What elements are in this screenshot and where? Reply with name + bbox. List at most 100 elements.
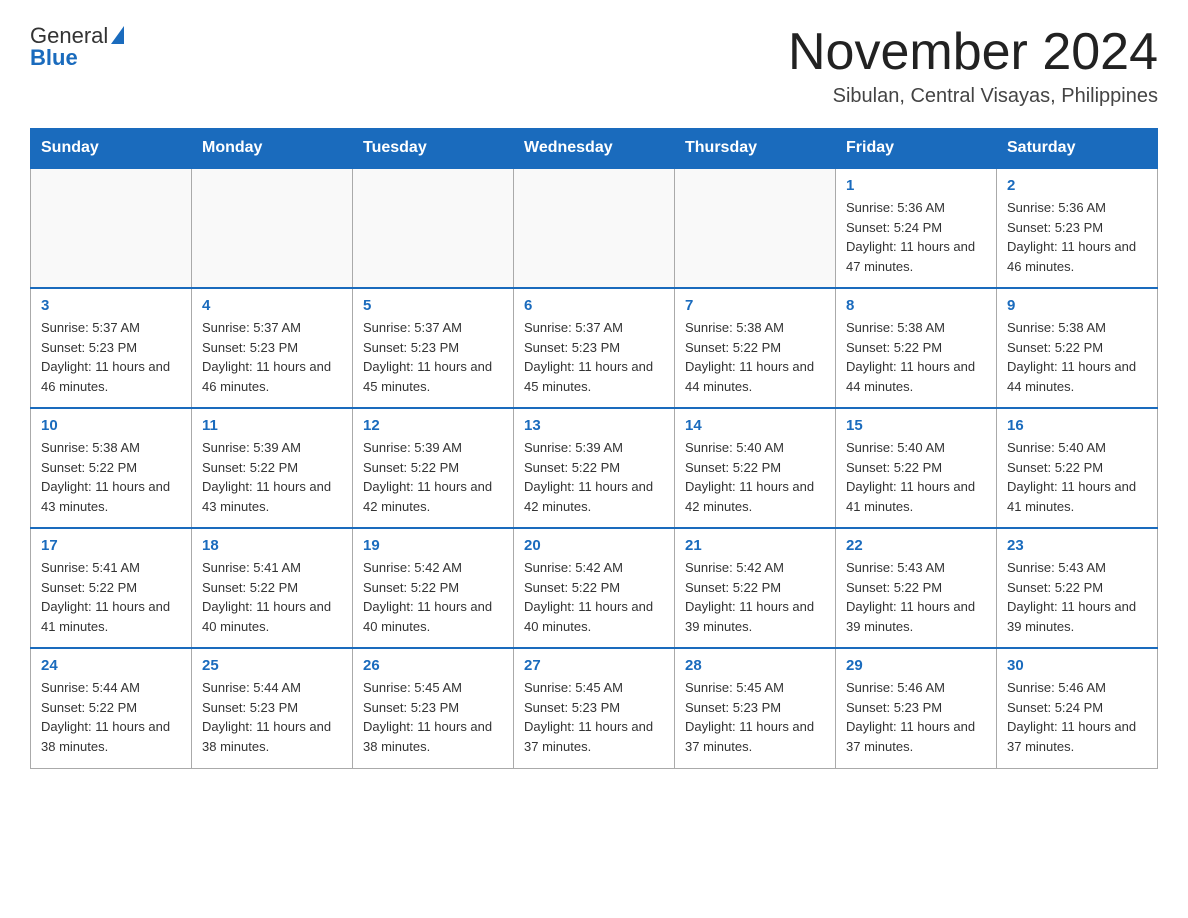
day-info: Sunrise: 5:38 AM Sunset: 5:22 PM Dayligh… bbox=[1007, 318, 1147, 396]
table-row: 15 Sunrise: 5:40 AM Sunset: 5:22 PM Dayli… bbox=[836, 408, 997, 528]
logo-blue-text: Blue bbox=[30, 45, 78, 70]
day-info: Sunrise: 5:37 AM Sunset: 5:23 PM Dayligh… bbox=[41, 318, 181, 396]
day-number: 10 bbox=[41, 417, 181, 434]
calendar-header-row: Sunday Monday Tuesday Wednesday Thursday… bbox=[31, 129, 1158, 169]
calendar-week-row: 17Sunrise: 5:41 AM Sunset: 5:22 PM Dayli… bbox=[31, 528, 1158, 648]
col-wednesday: Wednesday bbox=[514, 129, 675, 169]
table-row: 3 Sunrise: 5:37 AM Sunset: 5:23 PM Daylig… bbox=[31, 288, 192, 408]
table-row: 24 Sunrise: 5:44 AM Sunset: 5:22 PM Dayli… bbox=[31, 648, 192, 768]
table-row: 20Sunrise: 5:42 AM Sunset: 5:22 PM Dayli… bbox=[514, 528, 675, 648]
day-info: Sunrise: 5:38 AM Sunset: 5:22 PM Dayligh… bbox=[685, 318, 825, 396]
table-row bbox=[353, 168, 514, 288]
table-row: 30 Sunrise: 5:46 AM Sunset: 5:24 PM Dayli… bbox=[997, 648, 1158, 768]
day-number: 7 bbox=[685, 297, 825, 314]
day-info: Sunrise: 5:42 AM Sunset: 5:22 PM Dayligh… bbox=[363, 558, 503, 636]
table-row bbox=[514, 168, 675, 288]
table-row: 4 Sunrise: 5:37 AM Sunset: 5:23 PM Daylig… bbox=[192, 288, 353, 408]
day-number: 29 bbox=[846, 657, 986, 674]
calendar-week-row: 3 Sunrise: 5:37 AM Sunset: 5:23 PM Daylig… bbox=[31, 288, 1158, 408]
table-row bbox=[675, 168, 836, 288]
col-thursday: Thursday bbox=[675, 129, 836, 169]
table-row: 19 Sunrise: 5:42 AM Sunset: 5:22 PM Dayli… bbox=[353, 528, 514, 648]
day-number: 18 bbox=[202, 537, 342, 554]
day-info: Sunrise: 5:43 AM Sunset: 5:22 PM Dayligh… bbox=[846, 558, 986, 636]
table-row: 13Sunrise: 5:39 AM Sunset: 5:22 PM Dayli… bbox=[514, 408, 675, 528]
title-area: November 2024 Sibulan, Central Visayas, … bbox=[788, 24, 1158, 108]
header: General Blue November 2024 Sibulan, Cent… bbox=[30, 24, 1158, 108]
day-info: Sunrise: 5:40 AM Sunset: 5:22 PM Dayligh… bbox=[685, 438, 825, 516]
day-info: Sunrise: 5:37 AM Sunset: 5:23 PM Dayligh… bbox=[363, 318, 503, 396]
day-info: Sunrise: 5:41 AM Sunset: 5:22 PM Dayligh… bbox=[41, 558, 181, 636]
day-number: 23 bbox=[1007, 537, 1147, 554]
day-number: 5 bbox=[363, 297, 503, 314]
day-number: 3 bbox=[41, 297, 181, 314]
table-row: 11Sunrise: 5:39 AM Sunset: 5:22 PM Dayli… bbox=[192, 408, 353, 528]
day-info: Sunrise: 5:45 AM Sunset: 5:23 PM Dayligh… bbox=[363, 678, 503, 756]
day-number: 19 bbox=[363, 537, 503, 554]
day-info: Sunrise: 5:44 AM Sunset: 5:23 PM Dayligh… bbox=[202, 678, 342, 756]
day-info: Sunrise: 5:45 AM Sunset: 5:23 PM Dayligh… bbox=[685, 678, 825, 756]
table-row bbox=[192, 168, 353, 288]
day-info: Sunrise: 5:37 AM Sunset: 5:23 PM Dayligh… bbox=[202, 318, 342, 396]
day-number: 20 bbox=[524, 537, 664, 554]
table-row: 7 Sunrise: 5:38 AM Sunset: 5:22 PM Daylig… bbox=[675, 288, 836, 408]
table-row: 23 Sunrise: 5:43 AM Sunset: 5:22 PM Dayli… bbox=[997, 528, 1158, 648]
day-info: Sunrise: 5:36 AM Sunset: 5:24 PM Dayligh… bbox=[846, 198, 986, 276]
table-row: 26 Sunrise: 5:45 AM Sunset: 5:23 PM Dayli… bbox=[353, 648, 514, 768]
table-row: 14Sunrise: 5:40 AM Sunset: 5:22 PM Dayli… bbox=[675, 408, 836, 528]
table-row: 5 Sunrise: 5:37 AM Sunset: 5:23 PM Daylig… bbox=[353, 288, 514, 408]
day-info: Sunrise: 5:39 AM Sunset: 5:22 PM Dayligh… bbox=[202, 438, 342, 516]
day-number: 24 bbox=[41, 657, 181, 674]
day-number: 9 bbox=[1007, 297, 1147, 314]
day-info: Sunrise: 5:39 AM Sunset: 5:22 PM Dayligh… bbox=[363, 438, 503, 516]
table-row: 2 Sunrise: 5:36 AM Sunset: 5:23 PM Daylig… bbox=[997, 168, 1158, 288]
table-row: 1 Sunrise: 5:36 AM Sunset: 5:24 PM Daylig… bbox=[836, 168, 997, 288]
day-info: Sunrise: 5:43 AM Sunset: 5:22 PM Dayligh… bbox=[1007, 558, 1147, 636]
logo: General Blue bbox=[30, 24, 124, 70]
table-row: 29Sunrise: 5:46 AM Sunset: 5:23 PM Dayli… bbox=[836, 648, 997, 768]
day-info: Sunrise: 5:38 AM Sunset: 5:22 PM Dayligh… bbox=[41, 438, 181, 516]
day-info: Sunrise: 5:37 AM Sunset: 5:23 PM Dayligh… bbox=[524, 318, 664, 396]
table-row: 10 Sunrise: 5:38 AM Sunset: 5:22 PM Dayli… bbox=[31, 408, 192, 528]
table-row: 25 Sunrise: 5:44 AM Sunset: 5:23 PM Dayli… bbox=[192, 648, 353, 768]
table-row: 18 Sunrise: 5:41 AM Sunset: 5:22 PM Dayli… bbox=[192, 528, 353, 648]
day-info: Sunrise: 5:46 AM Sunset: 5:24 PM Dayligh… bbox=[1007, 678, 1147, 756]
table-row: 28Sunrise: 5:45 AM Sunset: 5:23 PM Dayli… bbox=[675, 648, 836, 768]
day-number: 8 bbox=[846, 297, 986, 314]
day-info: Sunrise: 5:44 AM Sunset: 5:22 PM Dayligh… bbox=[41, 678, 181, 756]
day-number: 16 bbox=[1007, 417, 1147, 434]
day-info: Sunrise: 5:40 AM Sunset: 5:22 PM Dayligh… bbox=[846, 438, 986, 516]
table-row: 16 Sunrise: 5:40 AM Sunset: 5:22 PM Dayli… bbox=[997, 408, 1158, 528]
col-saturday: Saturday bbox=[997, 129, 1158, 169]
day-number: 15 bbox=[846, 417, 986, 434]
day-info: Sunrise: 5:41 AM Sunset: 5:22 PM Dayligh… bbox=[202, 558, 342, 636]
table-row: 9 Sunrise: 5:38 AM Sunset: 5:22 PM Daylig… bbox=[997, 288, 1158, 408]
calendar-week-row: 1 Sunrise: 5:36 AM Sunset: 5:24 PM Daylig… bbox=[31, 168, 1158, 288]
calendar: Sunday Monday Tuesday Wednesday Thursday… bbox=[30, 128, 1158, 769]
day-info: Sunrise: 5:36 AM Sunset: 5:23 PM Dayligh… bbox=[1007, 198, 1147, 276]
day-info: Sunrise: 5:40 AM Sunset: 5:22 PM Dayligh… bbox=[1007, 438, 1147, 516]
day-info: Sunrise: 5:45 AM Sunset: 5:23 PM Dayligh… bbox=[524, 678, 664, 756]
calendar-week-row: 10 Sunrise: 5:38 AM Sunset: 5:22 PM Dayli… bbox=[31, 408, 1158, 528]
day-number: 30 bbox=[1007, 657, 1147, 674]
day-number: 26 bbox=[363, 657, 503, 674]
subtitle: Sibulan, Central Visayas, Philippines bbox=[788, 85, 1158, 108]
table-row: 8Sunrise: 5:38 AM Sunset: 5:22 PM Daylig… bbox=[836, 288, 997, 408]
table-row: 27Sunrise: 5:45 AM Sunset: 5:23 PM Dayli… bbox=[514, 648, 675, 768]
day-number: 13 bbox=[524, 417, 664, 434]
logo-triangle-icon bbox=[111, 26, 124, 44]
col-friday: Friday bbox=[836, 129, 997, 169]
table-row: 17Sunrise: 5:41 AM Sunset: 5:22 PM Dayli… bbox=[31, 528, 192, 648]
table-row: 6 Sunrise: 5:37 AM Sunset: 5:23 PM Daylig… bbox=[514, 288, 675, 408]
calendar-week-row: 24 Sunrise: 5:44 AM Sunset: 5:22 PM Dayli… bbox=[31, 648, 1158, 768]
col-monday: Monday bbox=[192, 129, 353, 169]
day-number: 2 bbox=[1007, 177, 1147, 194]
table-row: 22Sunrise: 5:43 AM Sunset: 5:22 PM Dayli… bbox=[836, 528, 997, 648]
day-number: 1 bbox=[846, 177, 986, 194]
day-number: 6 bbox=[524, 297, 664, 314]
day-number: 4 bbox=[202, 297, 342, 314]
table-row bbox=[31, 168, 192, 288]
day-number: 12 bbox=[363, 417, 503, 434]
day-number: 25 bbox=[202, 657, 342, 674]
main-title: November 2024 bbox=[788, 24, 1158, 81]
